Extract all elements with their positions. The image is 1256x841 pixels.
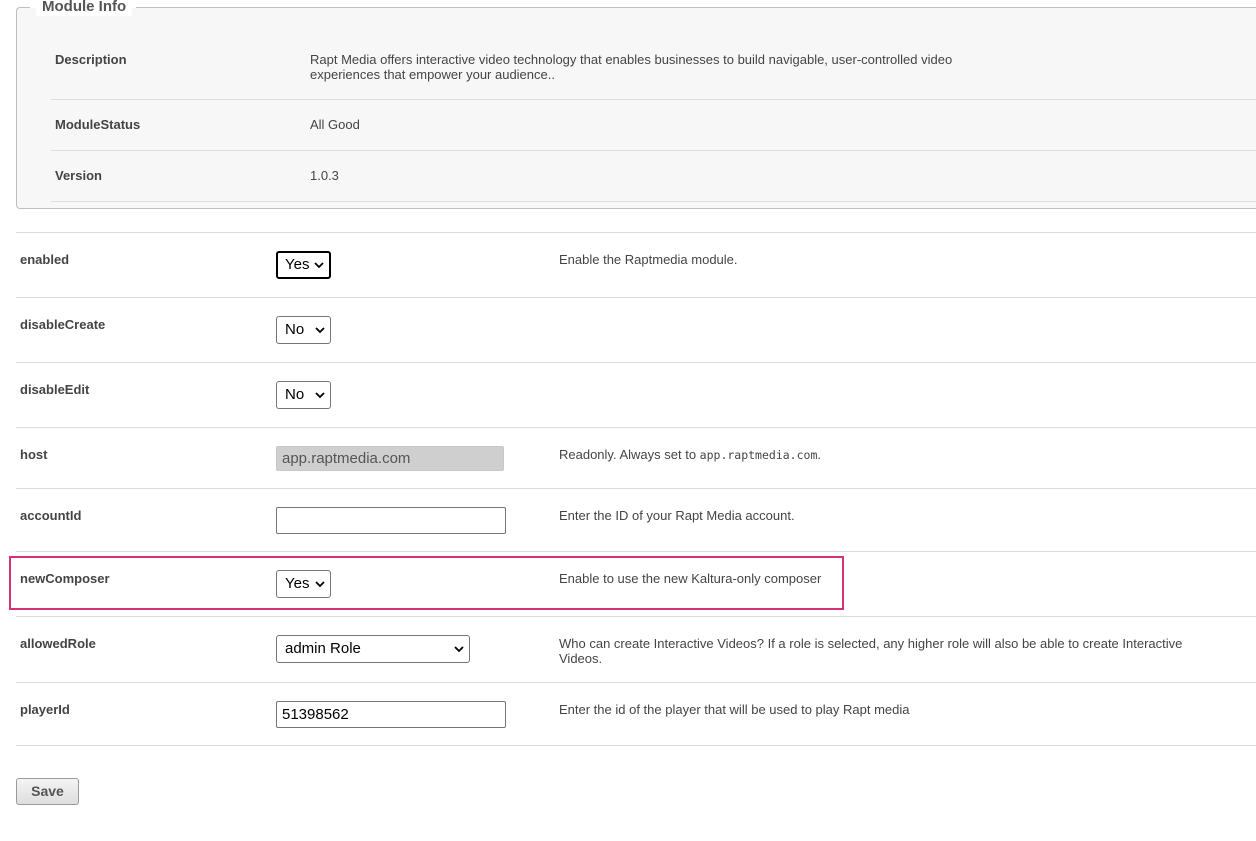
chevron-down-icon bbox=[453, 636, 465, 662]
account-id-label: accountId bbox=[20, 508, 82, 523]
description-value: Rapt Media offers interactive video tech… bbox=[310, 52, 953, 82]
disable-edit-label: disableEdit bbox=[20, 382, 90, 397]
disable-edit-select[interactable]: No bbox=[276, 381, 331, 409]
module-status-value: All Good bbox=[310, 117, 360, 132]
version-value: 1.0.3 bbox=[310, 168, 339, 183]
setting-row-enabled: enabled Yes Enable the Raptmedia module. bbox=[16, 232, 1256, 297]
setting-row-account-id: accountId Enter the ID of your Rapt Medi… bbox=[16, 488, 1256, 551]
enabled-label: enabled bbox=[20, 252, 70, 267]
setting-row-host: host app.raptmedia.com Readonly. Always … bbox=[16, 427, 1256, 488]
divider bbox=[16, 745, 1256, 746]
allowed-role-select-value: admin Role bbox=[285, 640, 361, 657]
disable-create-select[interactable]: No bbox=[276, 316, 331, 344]
enabled-select[interactable]: Yes bbox=[276, 251, 331, 279]
player-id-label: playerId bbox=[20, 702, 70, 717]
setting-row-disable-create: disableCreate No bbox=[16, 297, 1256, 362]
setting-row-player-id: playerId 51398562 Enter the id of the pl… bbox=[16, 682, 1256, 745]
host-help-prefix: Readonly. Always set to bbox=[559, 447, 700, 462]
description-label: Description bbox=[55, 52, 127, 67]
disable-edit-select-value: No bbox=[285, 386, 305, 403]
allowed-role-select[interactable]: admin Role bbox=[276, 635, 470, 663]
host-help: Readonly. Always set to app.raptmedia.co… bbox=[559, 447, 821, 463]
module-status-label: ModuleStatus bbox=[55, 117, 141, 132]
save-button[interactable]: Save bbox=[16, 778, 79, 805]
host-input[interactable]: app.raptmedia.com bbox=[276, 446, 504, 471]
host-label: host bbox=[20, 447, 48, 462]
host-help-code: app.raptmedia.com bbox=[699, 448, 818, 462]
info-row-status: ModuleStatus All Good bbox=[51, 100, 1256, 151]
host-help-suffix: . bbox=[817, 447, 821, 462]
module-info-panel: Description Rapt Media offers interactiv… bbox=[16, 7, 1256, 209]
player-id-input[interactable]: 51398562 bbox=[276, 701, 506, 728]
account-id-input[interactable] bbox=[276, 507, 506, 534]
disable-create-select-value: No bbox=[285, 321, 305, 338]
version-label: Version bbox=[55, 168, 102, 183]
disable-create-label: disableCreate bbox=[20, 317, 106, 332]
info-row-description: Description Rapt Media offers interactiv… bbox=[51, 8, 1256, 100]
module-info-legend: Module Info bbox=[36, 0, 133, 16]
highlight-box bbox=[9, 556, 844, 610]
setting-row-allowed-role: allowedRole admin Role Who can create In… bbox=[16, 616, 1256, 683]
player-id-help: Enter the id of the player that will be … bbox=[559, 702, 910, 717]
chevron-down-icon bbox=[314, 317, 326, 343]
chevron-down-icon bbox=[313, 253, 325, 277]
account-id-help: Enter the ID of your Rapt Media account. bbox=[559, 508, 795, 523]
enabled-select-value: Yes bbox=[285, 256, 310, 273]
chevron-down-icon bbox=[314, 382, 326, 408]
enabled-help: Enable the Raptmedia module. bbox=[559, 252, 738, 267]
setting-row-disable-edit: disableEdit No bbox=[16, 362, 1256, 427]
allowed-role-help: Who can create Interactive Videos? If a … bbox=[559, 636, 1183, 666]
allowed-role-label: allowedRole bbox=[20, 636, 96, 651]
info-row-version: Version 1.0.3 bbox=[51, 151, 1256, 202]
